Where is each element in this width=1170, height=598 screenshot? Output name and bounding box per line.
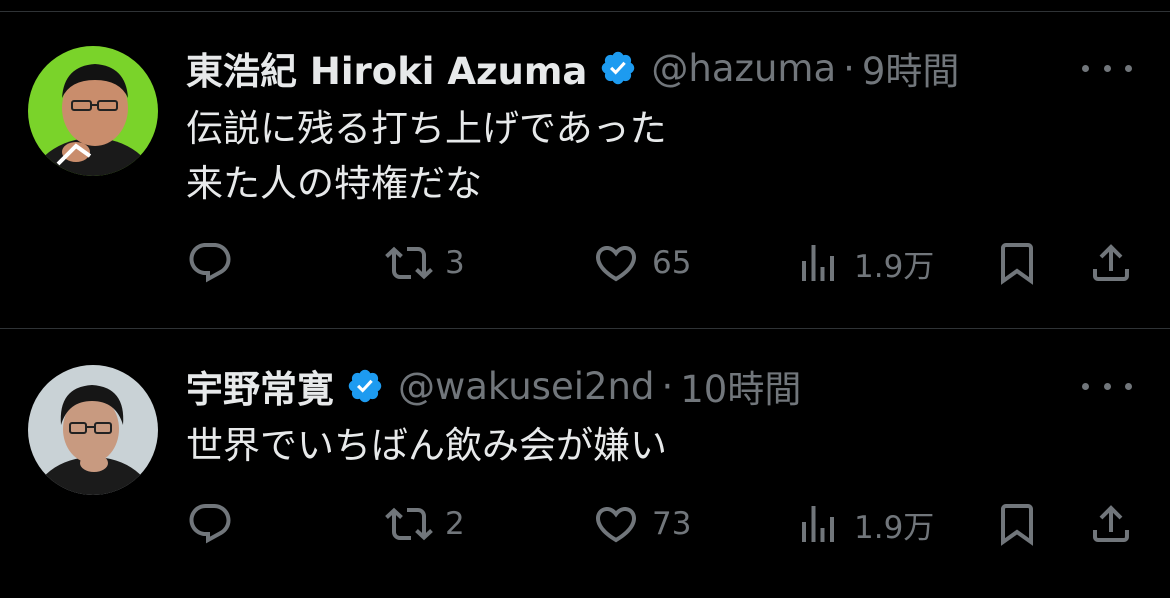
tweet-text: 世界でいちばん飲み会が嫌い	[186, 418, 667, 473]
reply-icon	[189, 243, 231, 283]
more-icon[interactable]	[1082, 376, 1132, 396]
bookmark-icon	[1001, 504, 1033, 546]
share-button[interactable]	[1087, 238, 1135, 288]
verified-badge-icon	[602, 51, 635, 85]
display-name[interactable]: 宇野常寛	[186, 359, 334, 413]
retweet-button[interactable]: 2	[385, 499, 465, 549]
tweet-hazuma[interactable]: 東浩紀 Hiroki Azuma @hazuma · 9時間 伝説に残る打ち上げ…	[0, 0, 1170, 328]
views-count: 1.9万	[854, 509, 935, 546]
views-count: 1.9万	[854, 248, 935, 285]
retweet-icon	[385, 507, 433, 541]
like-button[interactable]: 73	[592, 499, 691, 549]
tweet-header: 東浩紀 Hiroki Azuma @hazuma · 9時間	[186, 38, 959, 98]
separator-dot: ·	[843, 46, 855, 90]
tweet-text: 伝説に残る打ち上げであった 来た人の特権だな	[186, 101, 667, 211]
views-icon	[802, 506, 834, 542]
share-icon	[1093, 244, 1129, 281]
retweet-icon	[385, 246, 433, 280]
display-name[interactable]: 東浩紀 Hiroki Azuma	[186, 41, 587, 95]
tweet-header: 宇野常寛 @wakusei2nd · 10時間	[186, 356, 801, 416]
like-button[interactable]: 65	[592, 238, 691, 288]
handle[interactable]: @hazuma	[651, 47, 836, 90]
tweet-text-line: 伝説に残る打ち上げであった	[186, 107, 667, 150]
like-count: 73	[652, 506, 692, 542]
bookmark-icon	[1001, 243, 1033, 285]
tweet-wakusei2nd[interactable]: 宇野常寛 @wakusei2nd · 10時間 世界でいちばん飲み会が嫌い 2	[0, 329, 1170, 598]
timestamp[interactable]: 10時間	[680, 359, 801, 413]
bookmark-button[interactable]	[993, 238, 1041, 288]
verified-badge-icon	[348, 369, 382, 403]
avatar[interactable]	[28, 365, 158, 495]
avatar[interactable]	[28, 46, 158, 176]
tweet-text-line: 来た人の特権だな	[186, 162, 482, 205]
tweet-actions: 3 65 1.9万	[0, 238, 1170, 288]
tweet-feed: 東浩紀 Hiroki Azuma @hazuma · 9時間 伝説に残る打ち上げ…	[0, 0, 1170, 598]
views-button[interactable]: 1.9万	[794, 238, 934, 288]
like-count: 65	[652, 245, 692, 281]
bookmark-button[interactable]	[993, 499, 1041, 549]
more-icon[interactable]	[1082, 58, 1132, 78]
reply-icon	[189, 504, 231, 544]
separator-dot: ·	[661, 364, 674, 408]
retweet-count: 2	[445, 506, 465, 542]
share-button[interactable]	[1087, 499, 1135, 549]
tweet-actions: 2 73 1.9万	[0, 499, 1170, 549]
views-icon	[802, 245, 834, 281]
reply-button[interactable]	[186, 499, 246, 549]
retweet-button[interactable]: 3	[385, 238, 465, 288]
tweet-text-line: 世界でいちばん飲み会が嫌い	[186, 424, 667, 467]
views-button[interactable]: 1.9万	[794, 499, 934, 549]
share-icon	[1093, 505, 1129, 542]
timestamp[interactable]: 9時間	[862, 41, 960, 95]
retweet-count: 3	[445, 245, 465, 281]
handle[interactable]: @wakusei2nd	[398, 365, 654, 408]
reply-button[interactable]	[186, 238, 246, 288]
like-icon	[595, 246, 637, 282]
like-icon	[595, 507, 637, 543]
